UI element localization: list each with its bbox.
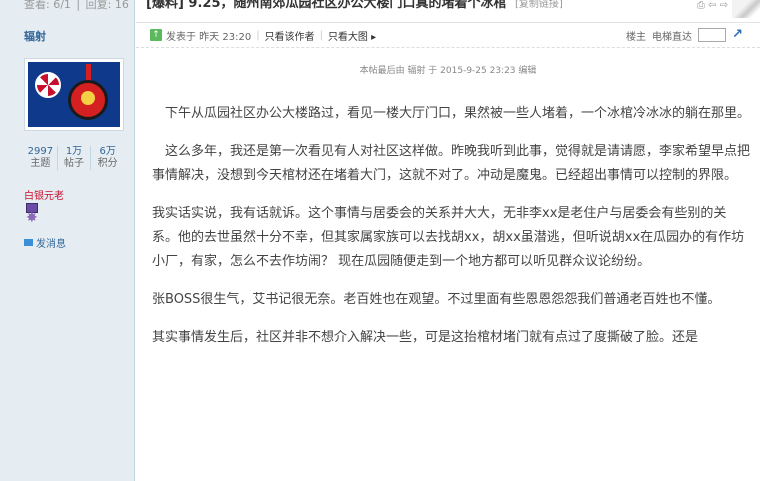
umbrella-logo-icon bbox=[35, 72, 61, 98]
floor-jump-input[interactable] bbox=[698, 28, 726, 42]
page-curl-decoration bbox=[732, 0, 760, 18]
envelope-icon bbox=[24, 239, 33, 246]
post-paragraph: 我实话实说，我有话就诉。这个事情与居委会的关系并大大，无非李xx是老住户与居委会… bbox=[152, 206, 745, 269]
skull-emblem-icon bbox=[68, 80, 108, 120]
thread-stats: 查看: 6/1 | 回复: 16 bbox=[24, 0, 129, 11]
post-paragraph: 这么多年，我还是第一次看见有人对社区这样做。昨晚我听到此事，觉得就是请请愿，李家… bbox=[152, 144, 751, 183]
post-meta-bar: ↑ 发表于 昨天 23:20 | 只看该作者 | 只看大图 ▸ 楼主 电梯直达 … bbox=[136, 22, 760, 48]
print-icon[interactable]: ⎙ bbox=[697, 0, 705, 11]
title-tools: ⎙ ⇦ ⇨ bbox=[697, 0, 728, 11]
send-message-link[interactable]: 发消息 bbox=[24, 235, 66, 250]
avatar[interactable] bbox=[24, 58, 124, 131]
next-thread-icon[interactable]: ⇨ bbox=[720, 0, 728, 11]
medal-icon: ✸ bbox=[26, 203, 38, 227]
replies-count: 回复: 16 bbox=[85, 0, 129, 11]
post-paragraph: 其实事情发生后，社区并非不想介入解决一些，可是这抬棺材堵门就有点过了度撕破了脸。… bbox=[152, 330, 699, 345]
prev-thread-icon[interactable]: ⇦ bbox=[708, 0, 716, 11]
post-paragraph: 下午从瓜园社区办公大楼路过，看见一楼大厅门口，果然被一些人堵着，一个冰棺冷冰冰的… bbox=[165, 106, 751, 121]
author-sidebar: 查看: 6/1 | 回复: 16 辐射 2997 主题 1万 帖子 6万 积分 … bbox=[0, 0, 135, 481]
views-count: 查看: 6/1 bbox=[24, 0, 71, 11]
post-main: [爆料] 9.25，随州南郊瓜园社区办公大楼门口真的堵着个冰棺 [复制链接] ⎙… bbox=[136, 0, 760, 481]
author-username[interactable]: 辐射 bbox=[24, 28, 46, 44]
floor-nav: 楼主 电梯直达 ↗ bbox=[626, 28, 746, 43]
avatar-image bbox=[28, 62, 120, 127]
copy-link[interactable]: [复制链接] bbox=[515, 0, 563, 10]
only-image-link[interactable]: 只看大图 ▸ bbox=[328, 28, 376, 43]
user-rank[interactable]: 白银元老 bbox=[24, 187, 64, 202]
author-stats: 2997 主题 1万 帖子 6万 积分 bbox=[24, 146, 124, 170]
online-status-icon: ↑ bbox=[150, 29, 162, 41]
edit-note: 本帖最后由 辐射 于 2015-9-25 23:23 编辑 bbox=[359, 66, 537, 76]
only-author-link[interactable]: 只看该作者 bbox=[265, 28, 315, 43]
stat-credits[interactable]: 6万 积分 bbox=[91, 146, 124, 170]
jump-label: 电梯直达 bbox=[652, 31, 692, 43]
post-body: 下午从瓜园社区办公大楼路过，看见一楼大厅门口，果然被一些人堵着，一个冰棺冷冰冰的… bbox=[152, 102, 752, 364]
post-time: 发表于 昨天 23:20 bbox=[166, 31, 252, 43]
stat-posts[interactable]: 1万 帖子 bbox=[58, 146, 92, 170]
post-paragraph: 张BOSS很生气，艾书记很无奈。老百姓也在观望。不过里面有些恩恩怨怨我们普通老百… bbox=[152, 292, 721, 307]
thread-title: [爆料] 9.25，随州南郊瓜园社区办公大楼门口真的堵着个冰棺 bbox=[146, 0, 507, 11]
thread-title-bar: [爆料] 9.25，随州南郊瓜园社区办公大楼门口真的堵着个冰棺 [复制链接] bbox=[136, 0, 760, 20]
go-arrow-icon[interactable]: ↗ bbox=[732, 28, 746, 41]
send-message-label: 发消息 bbox=[36, 239, 66, 250]
floor-label: 楼主 bbox=[626, 31, 646, 43]
stat-threads[interactable]: 2997 主题 bbox=[24, 146, 58, 170]
